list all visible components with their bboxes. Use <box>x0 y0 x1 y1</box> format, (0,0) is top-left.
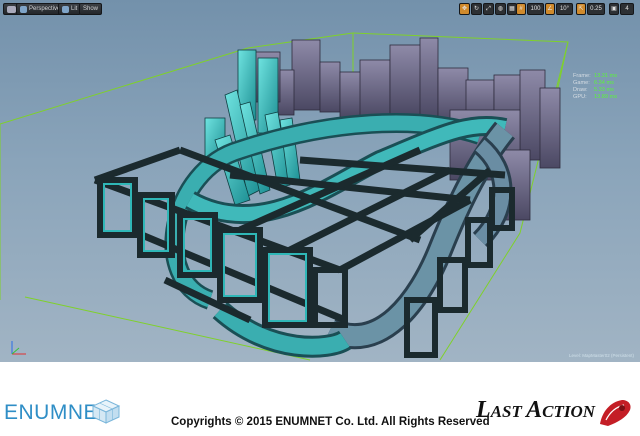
grid-icon: # <box>519 6 523 12</box>
camera-speed-icon: ▣ <box>611 6 617 12</box>
globe-icon: ◍ <box>497 6 504 12</box>
grid-snap-value[interactable]: 100 <box>527 3 544 15</box>
scale-snap-value[interactable]: 0.25 <box>587 3 605 15</box>
rotate-tool-button[interactable]: ↻ <box>471 3 482 15</box>
lit-mode-icon <box>62 5 69 13</box>
scale-snap-icon: ⇱ <box>578 6 584 12</box>
camera-speed-value[interactable]: 4 <box>620 3 634 15</box>
surface-snap-icon: ▦ <box>509 6 515 12</box>
grid-snap-toggle[interactable]: # <box>516 3 526 15</box>
stat-label: Game: <box>573 80 590 86</box>
translate-tool-button[interactable]: ✥ <box>459 3 470 15</box>
title-rest: CTION <box>542 402 596 421</box>
rotation-snap-value[interactable]: 10° <box>556 3 573 15</box>
game-title: LAST ACTION <box>476 397 595 424</box>
scale-snap-toggle[interactable]: ⇱ <box>576 3 586 15</box>
lit-label: Lit <box>71 6 78 12</box>
title-initial: L <box>476 397 491 423</box>
lit-button[interactable]: Lit <box>58 3 82 15</box>
dropdown-icon <box>7 5 16 13</box>
title-initial: A <box>526 397 543 423</box>
stat-row: GPU: 13.89 ms <box>573 94 617 101</box>
scale-tool-button[interactable]: ⤢ <box>483 3 494 15</box>
editor-viewport[interactable]: Perspective Lit Show ✥ ↻ ⤢ ◍ ▦ # 100 ∠ 1… <box>0 0 640 362</box>
stat-value: 13.31 ms <box>594 73 618 79</box>
game-logo-icon <box>600 400 631 426</box>
camera-speed-toggle[interactable]: ▣ <box>609 3 619 15</box>
rotate-icon: ↻ <box>473 6 480 12</box>
rotation-snap-toggle[interactable]: ∠ <box>545 3 555 15</box>
camera-icon <box>20 5 27 13</box>
stat-value: 5.33 ms <box>594 87 614 93</box>
angle-icon: ∠ <box>547 6 553 12</box>
show-label: Show <box>83 6 99 12</box>
stat-value: 13.89 ms <box>594 94 618 100</box>
scale-icon: ⤢ <box>486 6 491 12</box>
stat-label: Draw: <box>573 87 588 93</box>
axis-gizmo <box>11 341 26 355</box>
stat-row: Game: 6.34 ms <box>573 80 617 87</box>
perspective-label: Perspective <box>29 6 61 12</box>
stat-row: Frame: 13.31 ms <box>573 73 617 80</box>
move-icon: ✥ <box>461 6 468 12</box>
stat-row: Draw: 5.33 ms <box>573 87 617 94</box>
level-scene[interactable] <box>0 0 640 362</box>
copyright-text: Copyrights © 2015 ENUMNET Co. Ltd. All R… <box>171 416 490 428</box>
brand-cube-icon <box>91 399 121 424</box>
coordinate-system-button[interactable]: ◍ <box>495 3 506 15</box>
stat-label: Frame: <box>573 73 591 79</box>
stat-value: 6.34 ms <box>594 80 614 86</box>
show-button[interactable]: Show <box>79 3 103 15</box>
stat-label: GPU: <box>573 94 587 100</box>
title-rest: AST <box>490 402 527 421</box>
level-name: Level: MapMaster02 (Persistent) <box>568 353 634 358</box>
stats-overlay: Frame: 13.31 ms Game: 6.34 ms Draw: 5.33 ms… <box>573 73 617 101</box>
